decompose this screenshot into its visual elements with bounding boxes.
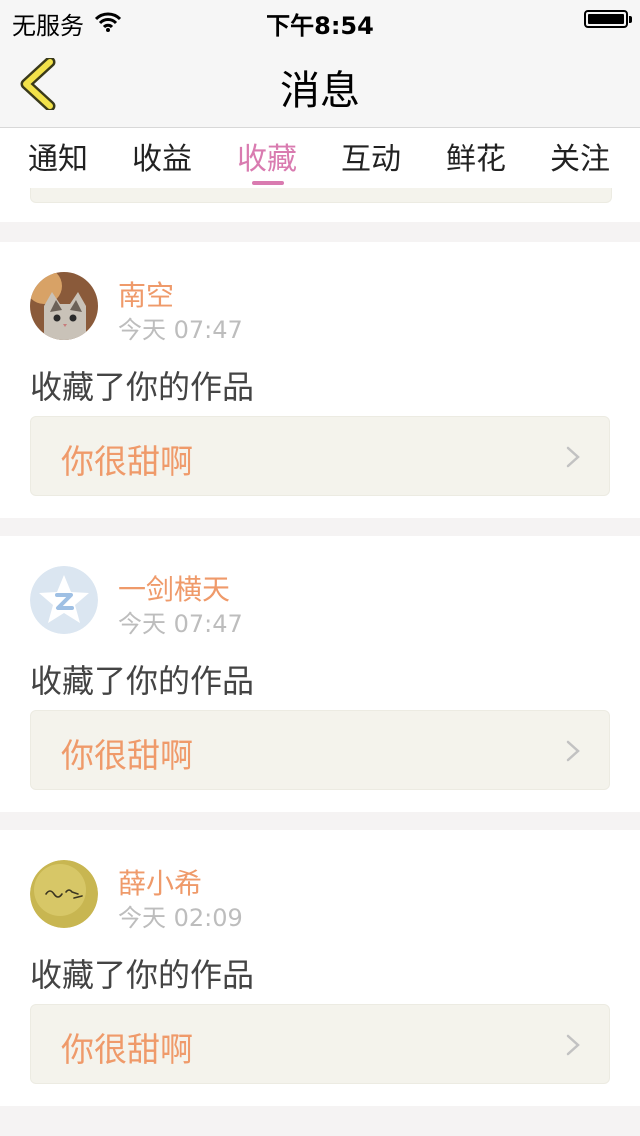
tab-flowers[interactable]: 鲜花 <box>424 134 528 178</box>
work-link[interactable]: 你很甜啊 <box>30 1004 610 1084</box>
work-link-partial[interactable] <box>30 188 612 203</box>
tab-interactions[interactable]: 互动 <box>319 134 423 178</box>
timestamp: 今天 02:09 <box>118 904 243 932</box>
message-card-partial <box>0 188 640 222</box>
work-link[interactable]: 你很甜啊 <box>30 710 610 790</box>
page-title: 消息 <box>280 68 360 114</box>
user-name[interactable]: 南空 <box>118 274 174 314</box>
battery-icon <box>584 10 632 28</box>
status-bar: 无服务 下午8:54 <box>0 0 640 40</box>
work-title: 你很甜啊 <box>61 736 193 775</box>
tab-label: 收藏 <box>237 142 297 177</box>
work-title: 你很甜啊 <box>61 442 193 481</box>
timestamp: 今天 07:47 <box>118 610 243 638</box>
tab-notifications[interactable]: 通知 <box>6 134 110 178</box>
chevron-right-icon <box>565 1033 581 1057</box>
message-card: 薛小希 今天 02:09 收藏了你的作品 你很甜啊 <box>0 830 640 1106</box>
chevron-right-icon <box>565 739 581 763</box>
tab-label: 互动 <box>341 142 401 177</box>
tab-earnings[interactable]: 收益 <box>110 134 214 178</box>
tab-favorites[interactable]: 收藏 <box>215 134 319 185</box>
clock: 下午8:54 <box>266 12 374 40</box>
user-name[interactable]: 一剑横天 <box>118 568 230 608</box>
tab-label: 关注 <box>550 142 610 177</box>
action-text: 收藏了你的作品 <box>30 956 255 994</box>
message-card: 一剑横天 今天 07:47 收藏了你的作品 你很甜啊 <box>0 536 640 812</box>
tab-bar: 通知 收益 收藏 互动 鲜花 关注 <box>0 128 640 188</box>
active-tab-indicator <box>252 181 284 185</box>
timestamp: 今天 07:47 <box>118 316 243 344</box>
user-name[interactable]: 薛小希 <box>118 862 202 902</box>
tab-label: 收益 <box>132 142 192 177</box>
avatar[interactable] <box>30 566 98 634</box>
action-text: 收藏了你的作品 <box>30 368 255 406</box>
message-card: 南空 今天 07:47 收藏了你的作品 你很甜啊 <box>0 242 640 518</box>
avatar[interactable] <box>30 860 98 928</box>
work-link[interactable]: 你很甜啊 <box>30 416 610 496</box>
action-text: 收藏了你的作品 <box>30 662 255 700</box>
tab-label: 鲜花 <box>446 142 506 177</box>
nav-bar: 消息 <box>0 40 640 128</box>
chevron-right-icon <box>565 445 581 469</box>
avatar[interactable] <box>30 272 98 340</box>
tab-label: 通知 <box>28 142 88 177</box>
work-title: 你很甜啊 <box>61 1030 193 1069</box>
tab-following[interactable]: 关注 <box>528 134 632 178</box>
